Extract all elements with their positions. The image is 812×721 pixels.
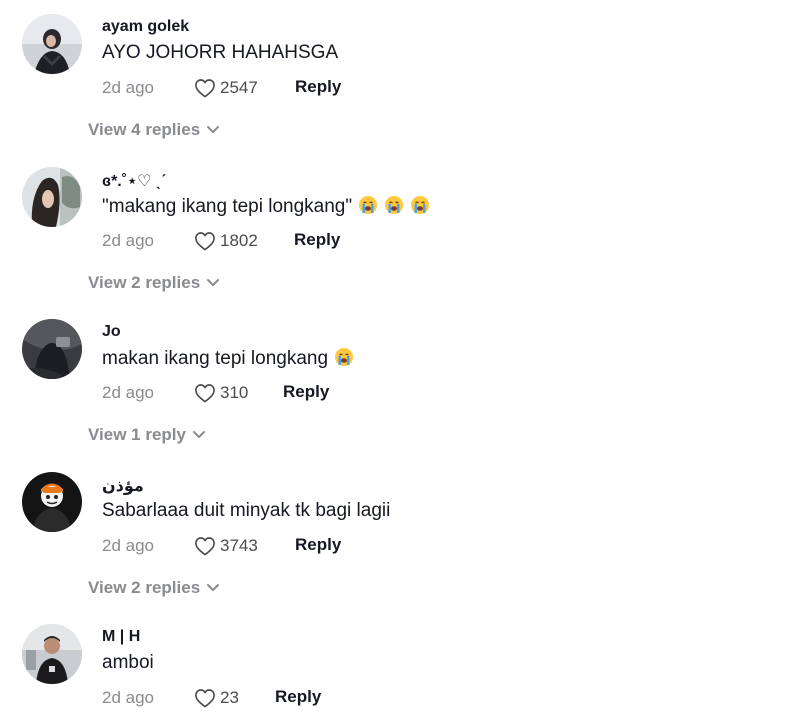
heart-outline-icon xyxy=(195,537,215,556)
view-replies-button[interactable]: View 2 replies xyxy=(88,578,220,598)
heart-outline-icon xyxy=(195,384,215,403)
chevron-down-icon xyxy=(192,431,205,438)
comment-date: 2d ago xyxy=(102,383,154,402)
avatar[interactable] xyxy=(22,472,82,532)
view-replies-label: View 2 replies xyxy=(88,273,201,292)
like-button[interactable]: 1802 xyxy=(194,231,258,251)
view-replies-label: View 4 replies xyxy=(88,120,201,139)
view-replies-button[interactable]: View 4 replies xyxy=(88,120,220,140)
comment-date: 2d ago xyxy=(102,536,154,555)
heart-outline-icon xyxy=(195,79,215,98)
chevron-down-icon xyxy=(207,279,220,286)
crying-face-emoji xyxy=(359,196,378,214)
like-button[interactable]: 3743 xyxy=(194,536,258,556)
crying-face-emoji xyxy=(411,196,430,214)
avatar[interactable] xyxy=(22,167,82,227)
comment-meta: 2d ago 310 Reply xyxy=(102,381,329,405)
reply-button[interactable]: Reply xyxy=(283,382,329,402)
comment-username[interactable]: ɞ*.˚⋆♡ ˎˊ xyxy=(102,171,167,191)
avatar[interactable] xyxy=(22,14,82,74)
heart-outline-icon xyxy=(195,689,215,708)
reply-button[interactable]: Reply xyxy=(275,687,321,707)
avatar[interactable] xyxy=(22,319,82,379)
comment-username[interactable]: مؤذن xyxy=(102,476,144,496)
comment-date: 2d ago xyxy=(102,78,154,97)
reply-button[interactable]: Reply xyxy=(295,535,341,555)
chevron-down-icon xyxy=(207,584,220,591)
comment-meta: 2d ago 1802 Reply xyxy=(102,229,340,253)
like-count: 310 xyxy=(220,383,249,402)
like-count: 2547 xyxy=(220,78,258,97)
comment-username[interactable]: ayam golek xyxy=(102,18,189,36)
crying-face-emoji xyxy=(335,348,354,366)
comment-list: ayam golek AYO JOHORR HAHAHSGA 2d ago 25… xyxy=(0,0,812,721)
like-button[interactable]: 23 xyxy=(194,688,239,708)
comment-text: amboi xyxy=(102,652,154,673)
comment-date: 2d ago xyxy=(102,688,154,707)
view-replies-button[interactable]: View 1 reply xyxy=(88,425,206,445)
like-count: 1802 xyxy=(220,231,258,250)
crying-face-emoji xyxy=(385,196,404,214)
comment-text: AYO JOHORR HAHAHSGA xyxy=(102,42,339,63)
comment-text: makan ikang tepi longkang xyxy=(102,347,354,370)
comment-meta: 2d ago 23 Reply xyxy=(102,686,321,710)
reply-button[interactable]: Reply xyxy=(295,77,341,97)
avatar[interactable] xyxy=(22,624,82,684)
like-button[interactable]: 2547 xyxy=(194,78,258,98)
like-count: 3743 xyxy=(220,536,258,555)
comment-meta: 2d ago 3743 Reply xyxy=(102,534,341,558)
view-replies-label: View 2 replies xyxy=(88,578,201,597)
comment-username[interactable]: M | H xyxy=(102,628,140,646)
heart-outline-icon xyxy=(195,232,215,251)
comment-date: 2d ago xyxy=(102,231,154,250)
view-replies-label: View 1 reply xyxy=(88,425,186,444)
like-button[interactable]: 310 xyxy=(194,383,248,403)
like-count: 23 xyxy=(220,688,239,707)
comment-text: Sabarlaaa duit minyak tk bagi lagii xyxy=(102,500,391,521)
chevron-down-icon xyxy=(207,126,220,133)
comment-text: "makang ikang tepi longkang" xyxy=(102,195,430,218)
comment-username[interactable]: Jo xyxy=(102,323,121,341)
view-replies-button[interactable]: View 2 replies xyxy=(88,273,220,293)
reply-button[interactable]: Reply xyxy=(294,230,340,250)
comment-meta: 2d ago 2547 Reply xyxy=(102,76,341,100)
